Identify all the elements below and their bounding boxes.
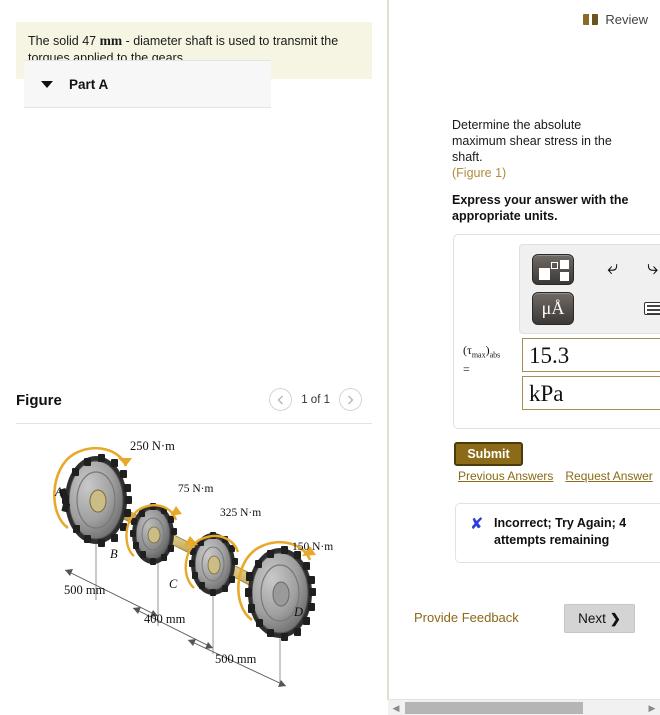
torque-label-75: 75 N·m xyxy=(178,483,214,495)
torque-label-250: 250 N·m xyxy=(130,439,175,453)
math-toolbar: μÅ ⤶ ⤷ xyxy=(519,244,660,334)
torque-label-325: 325 N·m xyxy=(220,507,261,519)
torque-arrow-a xyxy=(118,458,132,466)
figure-next-button[interactable] xyxy=(339,388,362,411)
scroll-right-arrow[interactable]: ▶ xyxy=(646,702,658,714)
answer-units-input[interactable]: kPa xyxy=(522,376,660,410)
dimension-label-3: 500 mm xyxy=(215,652,257,666)
undo-arrow-icon[interactable]: ⤶ xyxy=(607,257,618,277)
book-icon xyxy=(583,14,599,25)
dimension-label-1: 500 mm xyxy=(64,583,106,597)
gear-label-d: D xyxy=(293,605,303,619)
diagram-svg: 250 N·m 75 N·m 325 N·m 150 N·m A B C D 5… xyxy=(53,439,333,687)
scroll-left-arrow[interactable]: ◀ xyxy=(390,702,402,714)
problem-diameter-unit: mm xyxy=(99,33,123,48)
gear-label-b: B xyxy=(110,547,118,561)
answer-links: Previous Answers Request Answer xyxy=(458,469,653,483)
chevron-right-icon xyxy=(348,395,354,404)
redo-arrow-icon[interactable]: ⤷ xyxy=(647,257,658,277)
problem-text-before: The solid xyxy=(28,34,83,48)
next-button[interactable]: Next ❯ xyxy=(564,604,635,633)
gear-d xyxy=(245,546,316,641)
question-instruction: Express your answer with the appropriate… xyxy=(452,193,629,223)
provide-feedback-link[interactable]: Provide Feedback xyxy=(414,610,519,625)
chevron-left-icon xyxy=(277,395,284,404)
answer-value-input[interactable]: 15.3 xyxy=(522,338,660,372)
chevron-right-icon: ❯ xyxy=(609,610,621,626)
review-label: Review xyxy=(605,12,648,27)
question-body: Determine the absolute maximum shear str… xyxy=(452,117,632,181)
next-button-label: Next xyxy=(578,611,606,626)
figure-divider xyxy=(16,423,372,424)
feedback-message-box: ✘ Incorrect; Try Again; 4 attempts remai… xyxy=(455,503,660,563)
question-text: Determine the absolute maximum shear str… xyxy=(452,118,612,164)
torque-label-150: 150 N·m xyxy=(292,541,333,553)
caret-down-icon[interactable] xyxy=(41,80,53,88)
figure-pagination: 1 of 1 xyxy=(269,388,362,411)
x-mark-icon: ✘ xyxy=(470,514,484,533)
page-root: The solid 47 mm - diameter shaft is used… xyxy=(0,0,660,715)
part-a-header[interactable]: Part A xyxy=(24,60,271,108)
problem-diameter-value: 47 xyxy=(82,34,97,48)
shaft-gear-diagram[interactable]: 250 N·m 75 N·m 325 N·m 150 N·m A B C D 5… xyxy=(8,428,380,698)
dimension-label-2: 400 mm xyxy=(144,612,186,626)
keyboard-icon[interactable] xyxy=(644,302,660,315)
units-button[interactable]: μÅ xyxy=(532,292,574,325)
review-link[interactable]: Review xyxy=(583,12,648,27)
figure-title: Figure xyxy=(16,392,62,409)
gear-a xyxy=(59,454,132,547)
figure-prev-button[interactable] xyxy=(269,388,293,411)
scrollbar-thumb[interactable] xyxy=(405,702,583,714)
horizontal-scrollbar[interactable]: ◀ ▶ xyxy=(388,699,660,715)
gear-label-a: A xyxy=(54,485,63,499)
math-template-icon[interactable] xyxy=(532,254,574,285)
figure-count: 1 of 1 xyxy=(301,393,330,406)
answer-input-card: μÅ ⤶ ⤷ (τmax)abs = 15.3 kPa xyxy=(453,234,660,429)
figure-reference-link[interactable]: (Figure 1) xyxy=(452,166,506,180)
submit-button[interactable]: Submit xyxy=(454,442,523,466)
figure-header: Figure 1 of 1 xyxy=(16,388,372,422)
answer-label: (τmax)abs = xyxy=(463,343,501,377)
gear-label-c: C xyxy=(169,577,178,591)
previous-answers-link[interactable]: Previous Answers xyxy=(458,469,553,483)
part-a-label: Part A xyxy=(69,76,109,92)
request-answer-link[interactable]: Request Answer xyxy=(565,469,652,483)
feedback-message: Incorrect; Try Again; 4 attempts remaini… xyxy=(494,516,627,547)
